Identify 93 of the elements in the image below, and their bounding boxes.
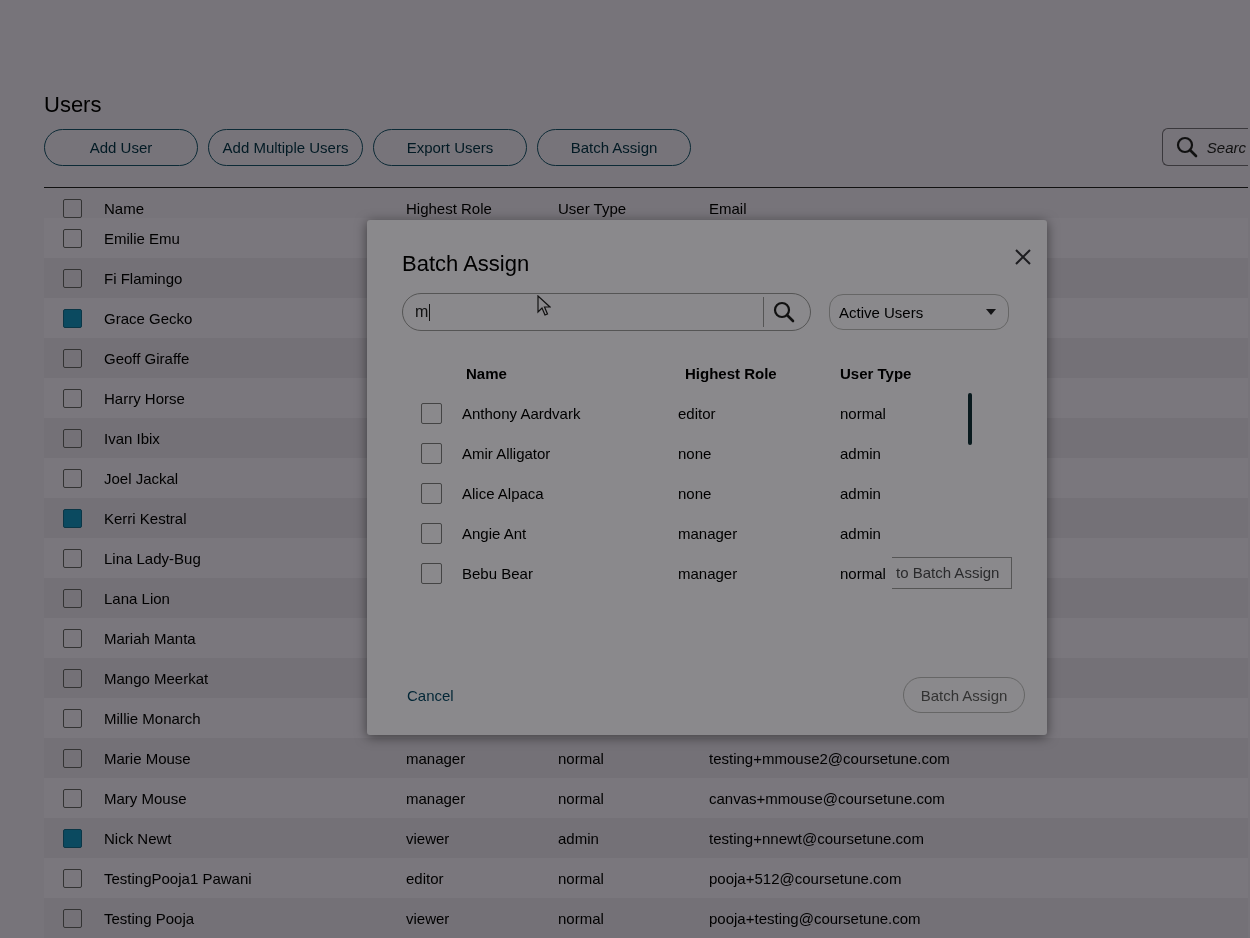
close-icon[interactable] [1014,248,1032,266]
action-button[interactable]: Add User [44,128,198,166]
column-header: Email [709,200,747,217]
caret-icon [986,309,996,315]
user-email: testing+mmouse2@coursetune.com [709,749,950,767]
user-email: canvas+mmouse@coursetune.com [709,789,945,807]
user-role: viewer [406,909,450,927]
user-role: none [678,444,712,462]
user-name: Geoff Giraffe [104,349,190,367]
checkbox[interactable] [63,548,82,568]
user-name: Lina Lady-Bug [104,549,201,567]
user-name: Emilie Emu [104,229,180,247]
user-name: TestingPooja1 Pawani [104,869,252,887]
cursor-icon [537,295,551,317]
user-name: Grace Gecko [104,309,193,327]
user-name: Alice Alpaca [462,484,544,502]
user-name: Testing Pooja [104,909,195,927]
user-email: pooja+512@coursetune.com [709,869,902,887]
user-name: Nick Newt [104,829,172,847]
checkbox[interactable] [63,748,82,768]
user-name: Mary Mouse [104,789,187,807]
user-name: Amir Alligator [462,444,551,462]
user-name: Lana Lion [104,589,170,607]
user-role: editor [406,869,444,887]
user-type: admin [840,524,881,542]
user-name: Kerri Kestral [104,509,187,527]
search-icon [1174,135,1199,159]
user-type: admin [840,484,881,502]
checkbox[interactable] [421,562,442,584]
user-name: Mango Meerkat [104,669,209,687]
checkbox[interactable] [63,348,82,368]
user-type: normal [558,789,604,807]
user-name: Mariah Manta [104,629,196,647]
user-email: testing+nnewt@coursetune.com [709,829,924,847]
checkbox[interactable] [63,468,82,488]
column-header: Highest Role [684,364,777,382]
checkbox[interactable] [421,442,442,464]
user-type: admin [558,829,599,847]
checkbox[interactable] [63,228,82,248]
checkbox[interactable] [421,522,442,544]
checkbox[interactable] [63,868,82,888]
cancel-button[interactable]: Cancel [402,686,459,704]
user-role: manager [406,789,466,807]
column-header: User Type [840,364,912,382]
checkbox[interactable] [63,388,82,408]
page-title: Users [44,91,102,119]
search-field[interactable]: Searc [1161,128,1248,166]
action-button[interactable]: Export Users [373,128,527,166]
checkbox[interactable] [63,668,82,688]
user-role: manager [678,524,738,542]
user-role: editor [678,404,716,422]
checkbox[interactable] [63,268,82,288]
checkbox[interactable] [421,402,442,424]
checkbox[interactable] [63,708,82,728]
user-name: Anthony Aardvark [462,404,581,422]
user-name: Fi Flamingo [104,269,183,287]
user-email: pooja+testing@coursetune.com [709,909,921,927]
user-name: Bebu Bear [462,564,533,582]
column-header: User Type [558,200,627,217]
user-name: Marie Mouse [104,749,191,767]
user-type: admin [840,444,881,462]
user-role: manager [678,564,738,582]
action-button[interactable]: Batch Assign [537,128,691,166]
column-header: Name [465,364,507,382]
user-type: normal [840,404,886,422]
scrollbar[interactable] [968,393,972,445]
action-button[interactable]: Add Multiple Users [208,128,363,166]
checkbox[interactable] [63,588,82,608]
user-role: viewer [406,829,450,847]
column-header: Name [104,200,144,217]
checkbox[interactable] [63,788,82,808]
checkbox[interactable] [63,828,82,848]
checkbox[interactable] [63,428,82,448]
user-role: none [678,484,712,502]
checkbox[interactable] [63,908,82,928]
checkbox[interactable] [63,628,82,648]
user-type: normal [558,869,604,887]
user-type: normal [558,749,604,767]
user-name: Harry Horse [104,389,185,407]
user-name: Millie Monarch [104,709,201,727]
column-header: Highest Role [406,200,492,217]
dialog-title: Batch Assign [402,250,530,277]
user-name: Angie Ant [462,524,527,542]
user-type: normal [840,564,886,582]
user-name: Ivan Ibix [104,429,160,447]
checkbox[interactable] [421,482,442,504]
user-role: manager [406,749,466,767]
checkbox[interactable] [63,508,82,528]
filter-dropdown[interactable]: Active Users [829,294,1009,330]
user-name: Joel Jackal [104,469,179,487]
checkbox[interactable] [63,308,82,328]
tooltip: to Batch Assign [892,557,1012,589]
user-type: normal [558,909,604,927]
